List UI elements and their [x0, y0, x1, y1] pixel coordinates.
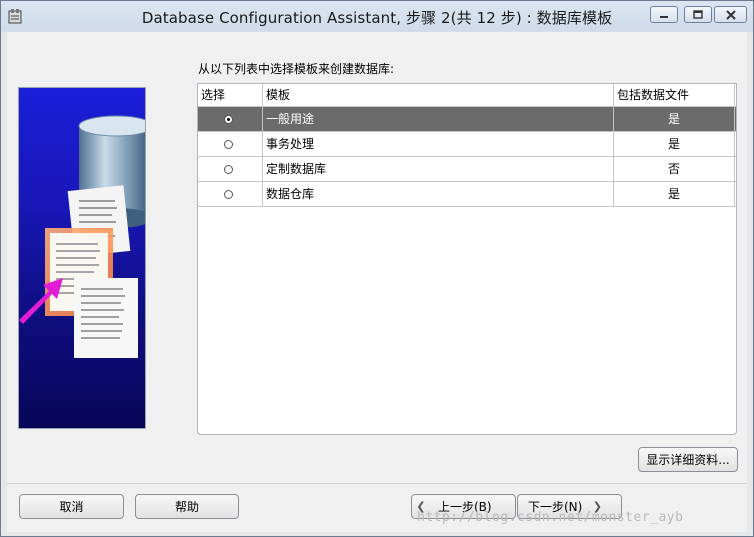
row-select-cell[interactable]: [198, 182, 263, 206]
help-button[interactable]: 帮助: [135, 494, 239, 519]
template-radio[interactable]: [224, 189, 233, 199]
template-radio[interactable]: [224, 114, 233, 124]
close-icon: [725, 9, 736, 20]
column-header-includes-datafiles[interactable]: 包括数据文件: [614, 84, 735, 106]
template-name: 定制数据库: [263, 157, 614, 181]
row-select-cell[interactable]: [198, 132, 263, 156]
maximize-button[interactable]: [684, 6, 712, 23]
minimize-button[interactable]: [650, 6, 678, 23]
template-radio[interactable]: [224, 164, 233, 174]
table-row[interactable]: 定制数据库 否: [198, 157, 736, 182]
template-name: 事务处理: [263, 132, 614, 156]
template-radio[interactable]: [224, 139, 233, 149]
minimize-icon: [660, 15, 668, 18]
show-details-button[interactable]: 显示详细资料...: [638, 447, 738, 472]
table-row[interactable]: 数据仓库 是: [198, 182, 736, 207]
includes-datafiles-value: 是: [614, 182, 735, 206]
includes-datafiles-value: 是: [614, 107, 735, 131]
database-illustration: [19, 115, 145, 358]
instruction-text: 从以下列表中选择模板来创建数据库:: [198, 62, 395, 76]
window-title: Database Configuration Assistant, 步骤 2(共…: [141, 9, 613, 27]
watermark-text: http://blog.csdn.net/monster_ayb: [417, 510, 684, 525]
includes-datafiles-value: 否: [614, 157, 735, 181]
row-select-cell[interactable]: [198, 107, 263, 131]
maximize-icon: [693, 10, 703, 19]
table-header: 选择 模板 包括数据文件: [198, 84, 736, 107]
table-row[interactable]: 一般用途 是: [198, 107, 736, 132]
template-name: 数据仓库: [263, 182, 614, 206]
footer-divider: [7, 483, 747, 484]
wizard-client-area: 从以下列表中选择模板来创建数据库: 选择 模板 包括数据文件 一般用途 是 事务…: [7, 32, 747, 532]
template-table: 选择 模板 包括数据文件 一般用途 是 事务处理 是 定制数据库 否 数据仓库 …: [197, 83, 737, 435]
column-header-select[interactable]: 选择: [198, 84, 263, 106]
dbca-window: Database Configuration Assistant, 步骤 2(共…: [0, 0, 754, 537]
title-bar[interactable]: Database Configuration Assistant, 步骤 2(共…: [1, 1, 753, 32]
banner-image: [18, 87, 146, 429]
row-select-cell[interactable]: [198, 157, 263, 181]
table-row[interactable]: 事务处理 是: [198, 132, 736, 157]
close-button[interactable]: [714, 6, 747, 23]
cancel-button[interactable]: 取消: [19, 494, 124, 519]
template-name: 一般用途: [263, 107, 614, 131]
includes-datafiles-value: 是: [614, 132, 735, 156]
column-header-template[interactable]: 模板: [263, 84, 614, 106]
